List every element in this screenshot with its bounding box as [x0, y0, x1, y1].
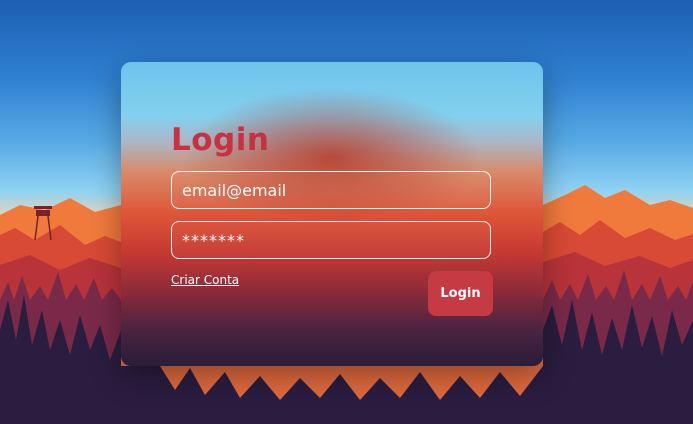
card-frosted-background	[121, 62, 543, 366]
login-screen: Login Criar Conta Login	[0, 0, 693, 424]
login-title: Login	[171, 122, 270, 158]
login-card: Login Criar Conta Login	[121, 62, 543, 366]
password-input[interactable]	[171, 221, 491, 259]
email-input[interactable]	[171, 171, 491, 209]
create-account-link[interactable]: Criar Conta	[171, 273, 239, 287]
login-button[interactable]: Login	[428, 271, 493, 316]
